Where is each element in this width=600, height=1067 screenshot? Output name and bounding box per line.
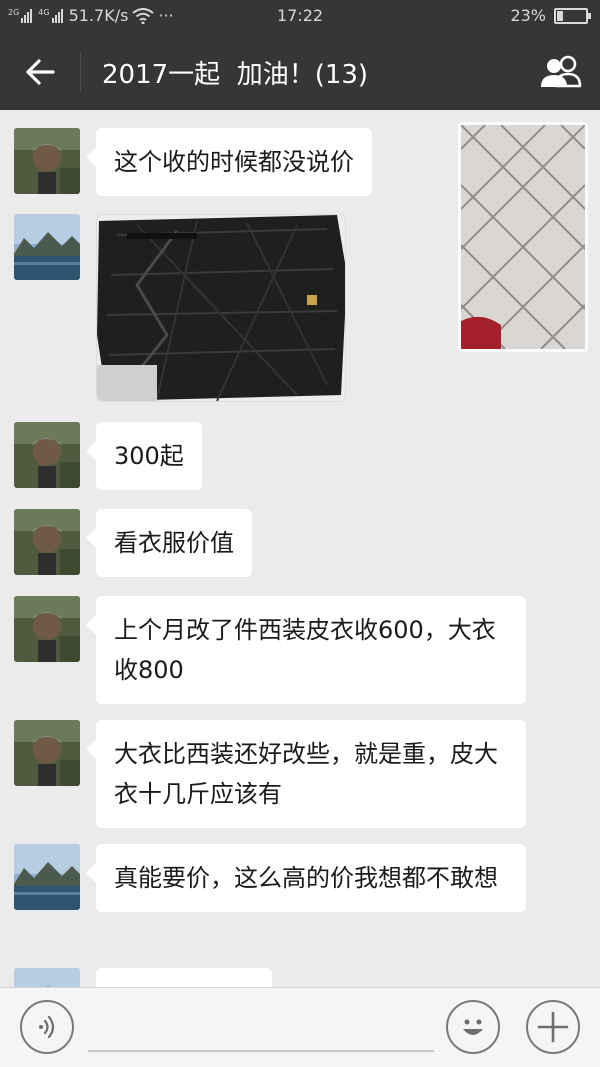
message-bubble[interactable]: 大衣比西装还好改些，就是重，皮大衣十几斤应该有: [96, 720, 526, 828]
avatar-user-a[interactable]: [14, 422, 80, 488]
image-message-jacket[interactable]: [96, 214, 346, 402]
chat-title: 2017一起 加油！(13): [102, 60, 369, 90]
message-bubble[interactable]: 看衣服价值: [96, 509, 252, 577]
message-text: 300起: [114, 442, 184, 470]
voice-icon: [39, 1015, 55, 1039]
battery-icon: [554, 7, 591, 24]
group-members-button[interactable]: [536, 48, 586, 94]
message-bubble[interactable]: 这个收的时候都没说价: [96, 128, 372, 196]
emoji-button[interactable]: [446, 1000, 500, 1054]
voice-button[interactable]: [20, 1000, 74, 1054]
input-bar: [0, 987, 600, 1067]
back-button[interactable]: [18, 50, 62, 94]
message-list[interactable]: 这个收的时候都没说价 300起 看衣服价值 上个月改了件西装皮衣收600，大衣收…: [0, 110, 600, 987]
message-bubble[interactable]: 300起: [96, 422, 202, 490]
message-bubble[interactable]: 上个月改了件西装皮衣收600，大衣收800: [96, 596, 526, 704]
avatar-user-a[interactable]: [14, 596, 80, 662]
message-bubble[interactable]: 真能要价，这么高的价我想都不敢想: [96, 844, 526, 912]
image-message-tiles[interactable]: [458, 122, 588, 352]
message-input[interactable]: [88, 1002, 434, 1052]
avatar-user-a[interactable]: [14, 720, 80, 786]
avatar-user-a[interactable]: [14, 128, 80, 194]
message-text: 看衣服价值: [114, 529, 234, 557]
message-text: 这个收的时候都没说价: [114, 148, 354, 176]
smiley-icon: [463, 1019, 483, 1035]
arrow-left-icon: [26, 59, 55, 85]
message-text: 真能要价，这么高的价我想都不敢想: [114, 864, 498, 892]
avatar-user-b[interactable]: [14, 214, 80, 280]
status-bar: 2G 4G 51.7K/s ··· 17:22 23%: [0, 0, 600, 32]
message-bubble-partial[interactable]: [96, 968, 272, 987]
header-divider: [80, 52, 81, 92]
status-right: 23%: [510, 6, 591, 25]
avatar-user-b[interactable]: [14, 968, 80, 987]
more-actions-button[interactable]: [526, 1000, 580, 1054]
plus-icon: [537, 1011, 569, 1043]
leather-jacket-photo: [97, 215, 345, 401]
tile-floor-photo: [461, 125, 585, 349]
avatar-user-b[interactable]: [14, 844, 80, 910]
group-people-icon: [541, 55, 582, 88]
title-bar: 2017一起 加油！(13): [0, 32, 600, 110]
battery-percent: 23%: [510, 6, 546, 25]
avatar-user-a[interactable]: [14, 509, 80, 575]
message-text: 大衣比西装还好改些，就是重，皮大衣十几斤应该有: [114, 740, 498, 808]
message-text: 上个月改了件西装皮衣收600，大衣收800: [114, 616, 496, 684]
